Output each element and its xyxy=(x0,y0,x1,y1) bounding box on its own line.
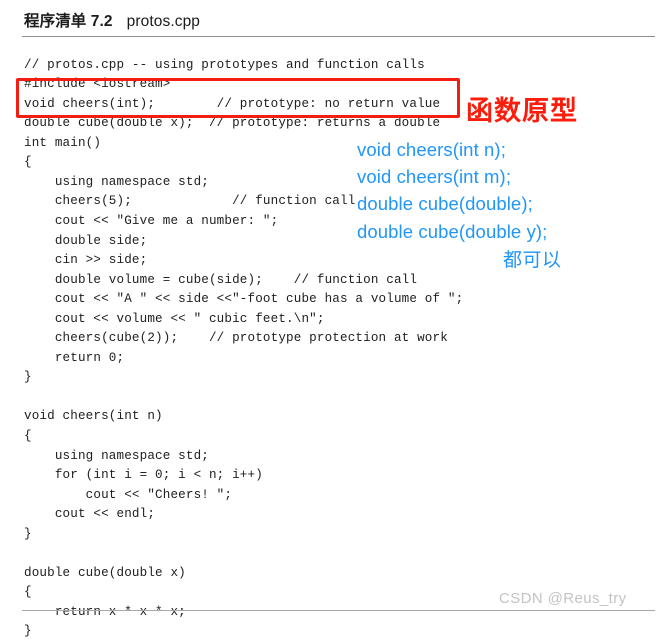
code-line: double cube(double x); // prototype: ret… xyxy=(24,116,441,131)
annotation-all-valid-label: 都可以 xyxy=(503,250,562,271)
code-line: cheers(cube(2)); // prototype protection… xyxy=(24,331,448,346)
annotation-function-prototype-label: 函数原型 xyxy=(466,96,578,126)
footer-divider xyxy=(22,610,655,611)
code-line: void cheers(int n) xyxy=(24,409,163,424)
code-line: } xyxy=(24,526,32,541)
annotation-prototype-variant: void cheers(int n); xyxy=(357,139,506,160)
csdn-watermark: CSDN @Reus_try xyxy=(499,590,627,607)
annotation-prototype-variant: double cube(double y); xyxy=(357,220,548,242)
code-line: cout << volume << " cubic feet.\n"; xyxy=(24,311,325,326)
code-line: cout << endl; xyxy=(24,507,156,522)
code-line: double volume = cube(side); // function … xyxy=(24,272,418,287)
page-title: 程序清单 7.2 protos.cpp xyxy=(24,9,200,31)
code-line: void cheers(int); // prototype: no retur… xyxy=(24,96,441,111)
annotation-prototype-variant: double cube(double); xyxy=(357,193,533,215)
code-line: } xyxy=(24,624,32,639)
code-line: cout << "A " << side <<"-foot cube has a… xyxy=(24,292,464,307)
annotation-prototype-variant: void cheers(int m); xyxy=(357,166,512,188)
code-line: using namespace std; xyxy=(24,448,209,463)
code-line: for (int i = 0; i < n; i++) xyxy=(24,468,263,483)
code-line: double cube(double x) xyxy=(24,565,186,580)
listing-filename-label: protos.cpp xyxy=(126,13,201,30)
code-line: } xyxy=(24,370,32,385)
code-line: { xyxy=(24,585,32,600)
code-line: cout << "Cheers! "; xyxy=(24,487,233,502)
listing-number-label: 程序清单 7.2 xyxy=(24,13,113,30)
code-line: // protos.cpp -- using prototypes and fu… xyxy=(24,57,425,72)
header-divider xyxy=(22,36,655,37)
code-line: #include <iostream> xyxy=(24,77,171,92)
code-line: return x * x * x; xyxy=(24,604,186,619)
code-line: return 0; xyxy=(24,350,125,365)
annotation-prototype-variants: void cheers(int n); void cheers(int m); do… xyxy=(357,136,547,245)
code-line: cin >> side; xyxy=(24,253,148,268)
code-line: { xyxy=(24,428,32,443)
